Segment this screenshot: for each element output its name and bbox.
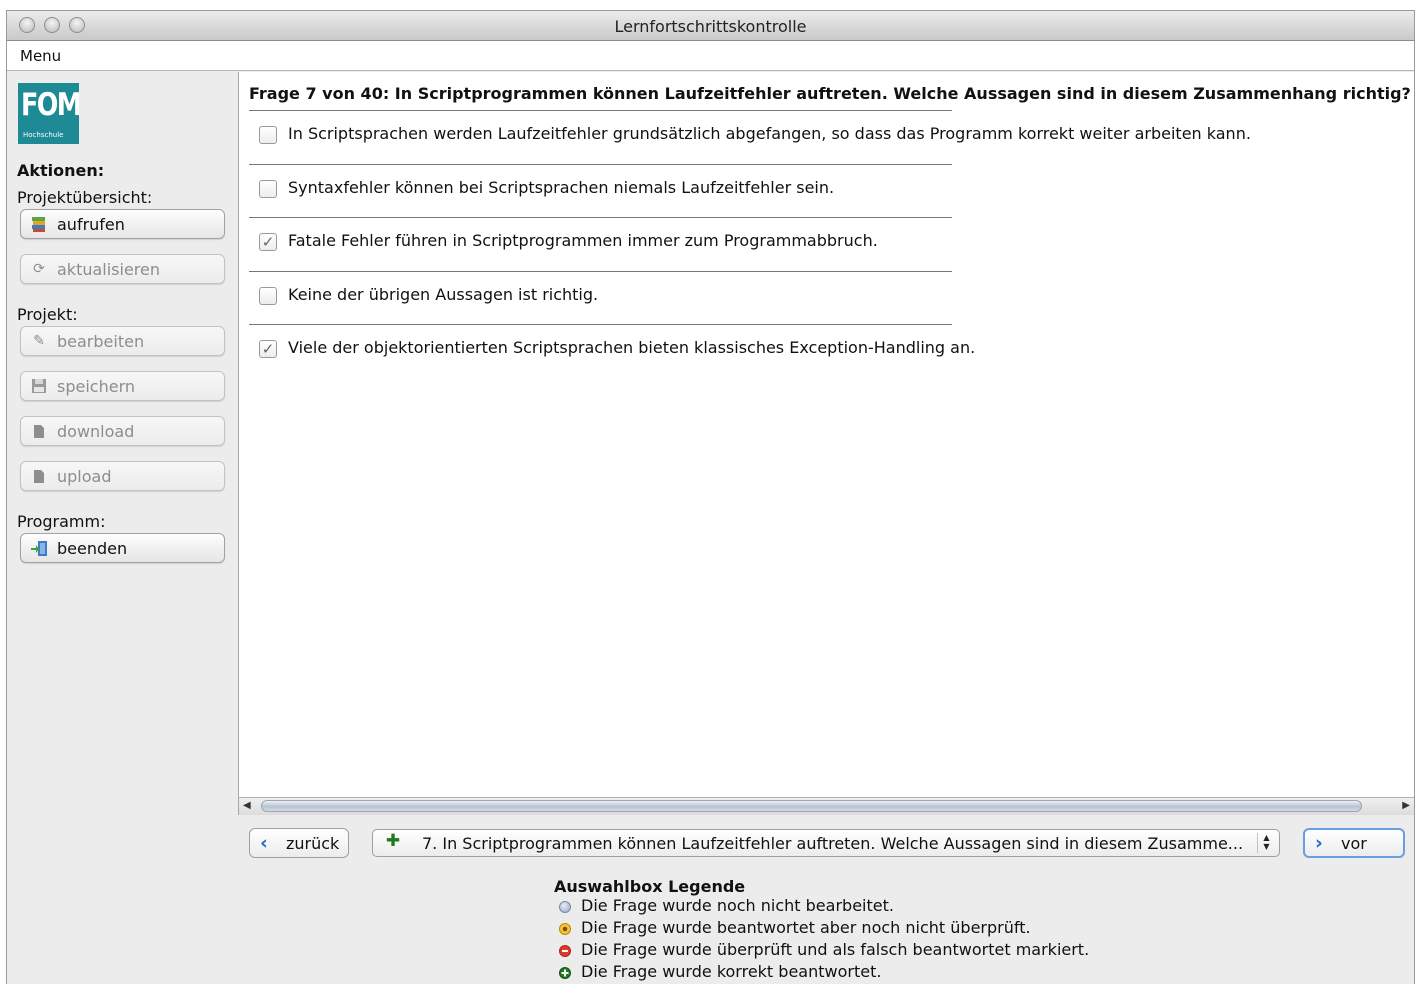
answer-text: Keine der übrigen Aussagen ist richtig.: [288, 285, 599, 304]
save-button[interactable]: speichern: [20, 371, 225, 401]
question-panel: Frage 7 von 40: In Scriptprogrammen könn…: [238, 72, 1414, 815]
pencil-icon: ✎: [33, 333, 45, 349]
document-icon: [30, 423, 48, 440]
legend-text: Die Frage wurde überprüft und als falsch…: [581, 940, 1090, 959]
divider: [249, 110, 952, 111]
back-button-label: zurück: [286, 834, 340, 853]
edit-button-label: bearbeiten: [57, 332, 145, 351]
answer-checkbox[interactable]: [259, 287, 277, 305]
quit-button-label: beenden: [57, 539, 128, 558]
scroll-right-icon[interactable]: ▶: [1402, 800, 1410, 811]
logo-subtext: Hochschule: [23, 131, 64, 139]
legend-title: Auswahlbox Legende: [554, 877, 746, 896]
legend-item: Die Frage wurde beantwortet aber noch ni…: [554, 918, 1031, 940]
answer-checkbox-checked[interactable]: ✓: [259, 340, 277, 358]
answer-text: Syntaxfehler können bei Scriptsprachen n…: [288, 178, 835, 197]
window-title: Lernfortschrittskontrolle: [614, 17, 807, 36]
refresh-button-label: aktualisieren: [57, 260, 161, 279]
chevron-left-icon: ‹: [260, 832, 268, 854]
checkmark-icon: ✓: [261, 233, 275, 251]
answer-checkbox-checked[interactable]: ✓: [259, 233, 277, 251]
answered-unchecked-icon: [559, 923, 571, 935]
edit-button[interactable]: ✎ bearbeiten: [20, 326, 225, 356]
logo-text: FOM: [21, 87, 79, 123]
legend-text: Die Frage wurde noch nicht bearbeitet.: [581, 896, 894, 915]
quit-button[interactable]: beenden: [20, 533, 225, 563]
legend-text: Die Frage wurde korrekt beantwortet.: [581, 962, 882, 981]
legend: Auswahlbox Legende Die Frage wurde noch …: [554, 877, 1089, 984]
divider: [249, 217, 952, 218]
scroll-left-icon[interactable]: ◀: [243, 800, 251, 811]
download-button[interactable]: download: [20, 416, 225, 446]
legend-item: Die Frage wurde korrekt beantwortet.: [554, 962, 881, 984]
answer-text: Fatale Fehler führen in Scriptprogrammen…: [288, 231, 878, 250]
divider: [249, 164, 952, 165]
save-button-label: speichern: [57, 377, 135, 396]
actions-heading: Aktionen:: [17, 161, 105, 180]
selected-question-text: 7. In Scriptprogrammen können Laufzeitfe…: [422, 834, 1244, 853]
download-button-label: download: [57, 422, 135, 441]
floppy-icon: [30, 378, 48, 395]
title-bar: Lernfortschrittskontrolle: [7, 11, 1414, 41]
refresh-icon: ⟳: [33, 261, 45, 277]
exit-door-icon: [30, 540, 48, 557]
forward-button-label: vor: [1341, 834, 1367, 853]
legend-item: Die Frage wurde überprüft und als falsch…: [554, 940, 1089, 962]
books-icon: [30, 216, 48, 233]
answer-text: In Scriptsprachen werden Laufzeitfehler …: [288, 124, 1251, 143]
overview-label: Projektübersicht:: [17, 188, 153, 207]
scroll-thumb[interactable]: [261, 800, 1362, 812]
answer-text: Viele der objektorientierten Scriptsprac…: [288, 338, 976, 357]
legend-item: Die Frage wurde noch nicht bearbeitet.: [554, 896, 894, 918]
sidebar: FOM Hochschule Aktionen: Projektübersich…: [7, 71, 238, 984]
checkmark-icon: ✓: [261, 340, 275, 358]
legend-text: Die Frage wurde beantwortet aber noch ni…: [581, 918, 1031, 937]
question-text: Frage 7 von 40: In Scriptprogrammen könn…: [249, 84, 1411, 103]
menu-bar: Menu: [7, 41, 1414, 71]
back-button[interactable]: ‹ zurück: [249, 828, 349, 858]
select-arrows-icon: ▲ ▼: [1257, 833, 1275, 853]
correct-answer-icon: [559, 967, 571, 979]
menu-menu[interactable]: Menu: [20, 47, 61, 65]
horizontal-scrollbar[interactable]: ◀ ▶: [239, 797, 1414, 815]
divider: [249, 324, 952, 325]
answer-checkbox[interactable]: [259, 180, 277, 198]
upload-button-label: upload: [57, 467, 112, 486]
call-button[interactable]: aufrufen: [20, 209, 225, 239]
correct-status-icon: ✚: [385, 831, 401, 851]
call-button-label: aufrufen: [57, 215, 125, 234]
not-edited-icon: [559, 901, 571, 913]
project-label: Projekt:: [17, 305, 78, 324]
forward-button[interactable]: › vor: [1303, 828, 1405, 858]
wrong-answer-icon: [559, 945, 571, 957]
divider: [249, 271, 952, 272]
app-window: Lernfortschrittskontrolle Menu FOM Hochs…: [6, 10, 1415, 984]
chevron-right-icon: ›: [1315, 832, 1323, 854]
fom-logo: FOM Hochschule: [18, 83, 79, 144]
question-select[interactable]: ✚ 7. In Scriptprogrammen können Laufzeit…: [372, 829, 1280, 857]
refresh-button[interactable]: ⟳ aktualisieren: [20, 254, 225, 284]
document-icon: [30, 468, 48, 485]
answer-checkbox[interactable]: [259, 126, 277, 144]
program-label: Programm:: [17, 512, 106, 531]
upload-button[interactable]: upload: [20, 461, 225, 491]
